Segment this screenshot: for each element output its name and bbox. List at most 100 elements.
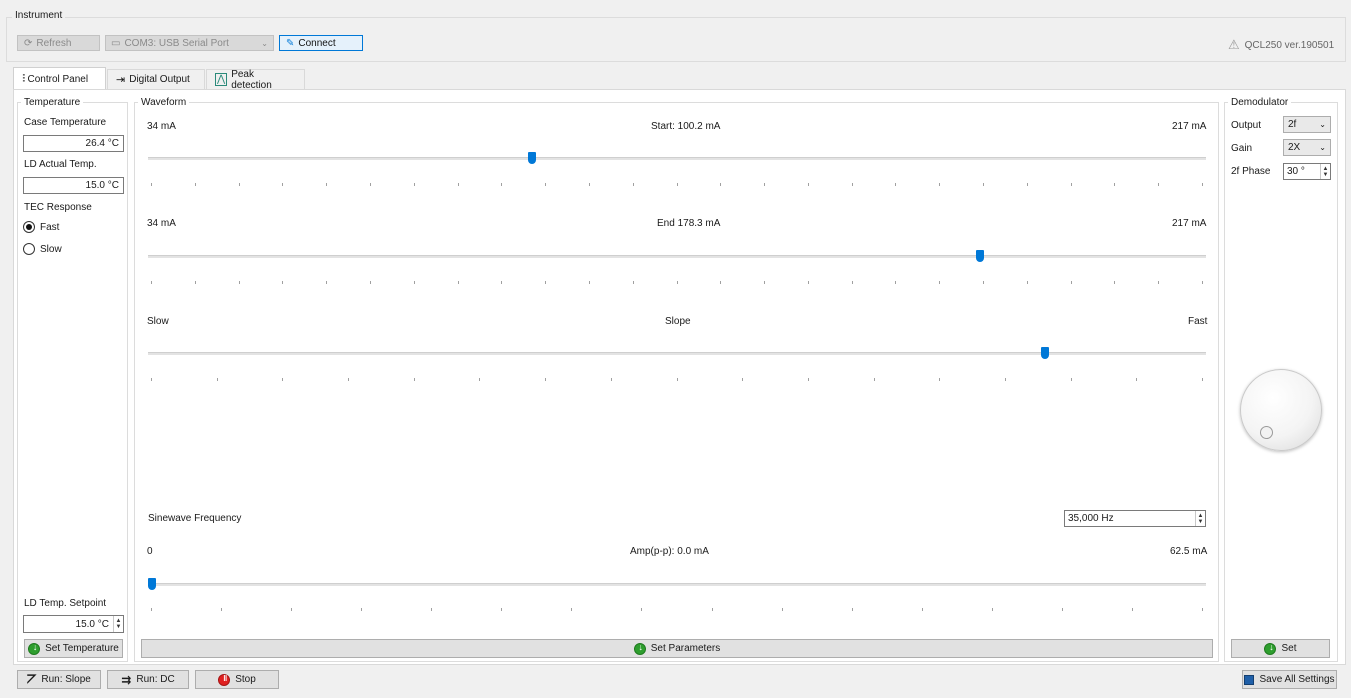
end-slider-track[interactable] [148,255,1206,258]
port-select[interactable]: ▭ COM3: USB Serial Port ⌄ [105,35,274,51]
plug-icon: ✎ [286,37,295,49]
slider-tick [851,608,853,611]
slope-max-label: Fast [1188,316,1208,327]
phase-field[interactable]: 30 ° ▲ ▼ [1283,163,1331,180]
slider-tick [194,183,196,186]
waveform-group-title: Waveform [138,97,190,108]
slider-tick [720,281,722,284]
slider-tick [348,378,350,381]
set-parameters-button[interactable]: Set Parameters [141,639,1213,658]
tec-fast-label[interactable]: Fast [40,222,59,233]
case-temperature-field: 26.4 °C [23,135,124,152]
slider-tick [676,378,678,381]
tab-digital-output[interactable]: ⇥ Digital Output [107,69,205,89]
setpoint-spinner[interactable]: ▲ ▼ [113,616,123,632]
slider-tick [369,183,371,186]
slider-tick [457,281,459,284]
slider-tick [282,378,284,381]
tec-fast-radio[interactable] [23,221,35,233]
slider-tick [1158,281,1160,284]
slider-tick [291,608,293,611]
slider-tick [939,378,941,381]
slider-tick [921,608,923,611]
slider-tick [369,281,371,284]
run-dc-button[interactable]: ⇉ Run: DC [107,670,189,689]
amp-slider-thumb[interactable] [148,578,156,590]
download-arrow-icon [633,642,647,655]
phase-spinner[interactable]: ▲ ▼ [1320,164,1330,179]
sinewave-frequency-field[interactable]: 35,000 Hz ▲ ▼ [1064,510,1206,527]
slider-tick [216,378,218,381]
slider-tick [641,608,643,611]
start-max-label: 217 mA [1172,121,1207,132]
knob-indicator [1260,426,1273,439]
port-icon: ▭ [111,37,121,49]
frequency-spinner[interactable]: ▲ ▼ [1195,511,1205,526]
end-max-label: 217 mA [1172,218,1207,229]
slider-tick [983,183,985,186]
slider-tick [238,281,240,284]
chevron-down-icon: ⌄ [1319,120,1326,129]
slider-tick [413,281,415,284]
run-slope-button[interactable]: ⦢ Run: Slope [17,670,101,689]
download-arrow-icon [28,642,41,655]
slider-tick [711,608,713,611]
waveform-group [134,102,1219,662]
instrument-group-title: Instrument [12,10,66,21]
slider-tick [781,608,783,611]
slider-tick [588,281,590,284]
start-slider-thumb[interactable] [527,152,536,164]
stop-button[interactable]: Stop [195,670,279,689]
refresh-button[interactable]: ⟳ Refresh [17,35,100,51]
set-temperature-button[interactable]: Set Temperature [24,639,123,658]
slope-slider-thumb[interactable] [1040,347,1049,359]
connect-button[interactable]: ✎ Connect [279,35,363,51]
temperature-group-title: Temperature [21,97,84,108]
save-icon [1244,674,1255,685]
amp-min-label: 0 [147,546,153,557]
tab-control-panel[interactable]: ⫶⫶ Control Panel [13,67,106,90]
slider-tick [1070,378,1072,381]
slider-tick [1061,608,1063,611]
slider-tick [1114,281,1116,284]
ld-temp-setpoint-field[interactable]: 15.0 °C ▲ ▼ [23,615,124,633]
tab-peak-detection[interactable]: ⋀ Peak detection [206,69,305,91]
tec-slow-label[interactable]: Slow [40,244,62,255]
slider-tick [1114,183,1116,186]
tec-slow-radio[interactable] [23,243,35,255]
slider-tick [1004,378,1006,381]
end-slider-thumb[interactable] [975,250,984,262]
digital-output-icon: ⇥ [116,74,126,86]
slider-tick [939,281,941,284]
slider-tick [501,183,503,186]
slider-tick [983,281,985,284]
slider-tick [151,183,152,186]
slider-tick [1202,281,1203,284]
slider-tick [545,378,547,381]
demodulator-set-button[interactable]: Set [1231,639,1330,658]
slider-tick [431,608,433,611]
slider-tick [676,183,678,186]
slider-tick [851,183,853,186]
phase-label: 2f Phase [1231,166,1271,177]
phase-knob[interactable] [1240,369,1322,451]
amp-slider-track[interactable] [148,583,1206,586]
end-value-label: End 178.3 mA [657,218,721,229]
ld-actual-temp-field: 15.0 °C [23,177,124,194]
slider-tick [571,608,573,611]
start-value-label: Start: 100.2 mA [651,121,721,132]
slider-tick [991,608,993,611]
gain-select[interactable]: 2X ⌄ [1283,139,1331,156]
slider-tick [764,183,766,186]
start-slider-ticks [151,183,1203,186]
amp-max-label: 62.5 mA [1170,546,1208,557]
start-slider-track[interactable] [148,157,1206,160]
case-temperature-label: Case Temperature [24,117,107,128]
slider-tick [1202,183,1203,186]
save-all-settings-button[interactable]: Save All Settings [1242,670,1337,689]
sinewave-frequency-label: Sinewave Frequency [148,513,242,524]
output-label: Output [1231,120,1262,131]
version-info: ⚠ QCL250 ver.190501 [1228,37,1335,52]
output-select[interactable]: 2f ⌄ [1283,116,1331,133]
slider-tick [413,183,415,186]
